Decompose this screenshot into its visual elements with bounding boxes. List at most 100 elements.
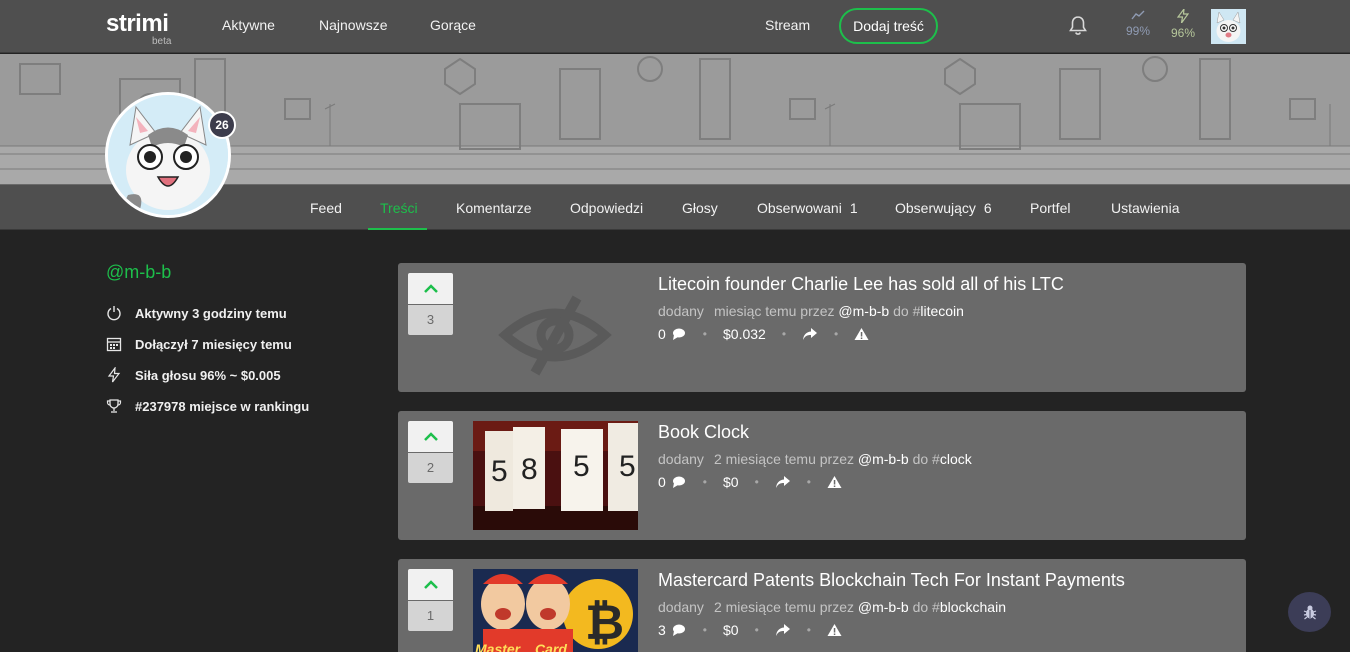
post-meta: dodany 2 miesiące temu przez @m-b-b do #b… bbox=[658, 599, 1006, 615]
book-clock-digit: 5 bbox=[491, 455, 508, 488]
chevron-up-icon bbox=[423, 283, 438, 293]
post-tag-name: blockchain bbox=[939, 599, 1006, 615]
svg-text:₿: ₿ bbox=[585, 597, 624, 650]
post-thumbnail[interactable]: ₿ Master Card bbox=[473, 569, 638, 652]
post-thumbnail[interactable] bbox=[473, 273, 638, 382]
calendar-icon bbox=[106, 337, 122, 352]
tab-obserwujacy-label: Obserwujący bbox=[895, 200, 976, 216]
tab-portfel[interactable]: Portfel bbox=[1030, 200, 1070, 216]
post-meta: dodany miesiąc temu przez @m-b-b do #lite… bbox=[658, 303, 964, 319]
comment-count: 3 bbox=[658, 622, 666, 638]
user-avatar[interactable] bbox=[1211, 9, 1246, 44]
tab-tresci[interactable]: Treści bbox=[380, 200, 418, 216]
tab-obserwowani-label: Obserwowani bbox=[757, 200, 842, 216]
upvote-button[interactable] bbox=[408, 421, 453, 452]
post-card: 2 5 8 5 5 Book Clock dodany 2 miesiące te… bbox=[398, 411, 1246, 540]
book-clock-image: 5 8 5 5 bbox=[473, 421, 638, 530]
separator-dot: • bbox=[754, 475, 759, 489]
add-content-button[interactable]: Dodaj treść bbox=[839, 8, 938, 44]
post-by-label: przez bbox=[819, 451, 854, 467]
post-tag[interactable]: #litecoin bbox=[913, 303, 964, 319]
report-warning-icon[interactable] bbox=[854, 327, 869, 341]
post-card: 1 ₿ Master Card Mastercard Patents Block… bbox=[398, 559, 1246, 652]
post-title[interactable]: Mastercard Patents Blockchain Tech For I… bbox=[658, 570, 1125, 591]
separator-dot: • bbox=[702, 327, 707, 341]
comments-link[interactable]: 0 bbox=[658, 326, 687, 342]
tab-odpowiedzi[interactable]: Odpowiedzi bbox=[570, 200, 643, 216]
stat-power[interactable]: 96% bbox=[1163, 9, 1203, 40]
report-warning-icon[interactable] bbox=[827, 475, 842, 489]
post-author[interactable]: @m-b-b bbox=[838, 303, 889, 319]
book-clock-digit: 5 bbox=[573, 450, 590, 483]
tab-obserwowani[interactable]: Obserwowani 1 bbox=[757, 200, 858, 216]
share-icon[interactable] bbox=[802, 327, 818, 341]
post-thumbnail[interactable]: 5 8 5 5 bbox=[473, 421, 638, 530]
logo[interactable]: strimi bbox=[106, 12, 169, 36]
top-navbar: strimi beta Aktywne Najnowsze Gorące Str… bbox=[0, 0, 1350, 53]
chevron-up-icon bbox=[423, 431, 438, 441]
nav-najnowsze[interactable]: Najnowsze bbox=[319, 17, 387, 33]
info-joined-text: Dołączył 7 miesięcy temu bbox=[135, 336, 292, 352]
lightning-icon bbox=[107, 367, 121, 383]
book-clock-digit: 8 bbox=[521, 453, 538, 486]
stat-trend[interactable]: 99% bbox=[1118, 9, 1158, 38]
post-title[interactable]: Book Clock bbox=[658, 422, 749, 443]
info-joined: Dołączył 7 miesięcy temu bbox=[106, 335, 292, 353]
thumb-text: Card bbox=[535, 641, 567, 652]
info-active: Aktywny 3 godziny temu bbox=[106, 304, 287, 322]
vote-count: 3 bbox=[408, 305, 453, 335]
nav-gorace[interactable]: Gorące bbox=[430, 17, 476, 33]
post-tag-hash: # bbox=[932, 451, 940, 467]
vote-widget: 2 bbox=[408, 421, 453, 483]
info-active-text: Aktywny 3 godziny temu bbox=[135, 305, 287, 321]
info-ranking: #237978 miejsce w rankingu bbox=[106, 397, 309, 415]
nav-aktywne[interactable]: Aktywne bbox=[222, 17, 275, 33]
comment-count: 0 bbox=[658, 326, 666, 342]
upvote-button[interactable] bbox=[408, 569, 453, 600]
stat-trend-value: 99% bbox=[1125, 24, 1151, 38]
tab-komentarze[interactable]: Komentarze bbox=[456, 200, 531, 216]
trophy-icon bbox=[106, 399, 122, 413]
info-vote-power-text: Siła głosu 96% ~ $0.005 bbox=[135, 367, 281, 383]
post-time[interactable]: 2 miesiące temu bbox=[714, 451, 816, 467]
thumb-text: Master bbox=[475, 641, 522, 652]
post-by-label: przez bbox=[819, 599, 854, 615]
separator-dot: • bbox=[806, 475, 811, 489]
post-tag[interactable]: #clock bbox=[932, 451, 972, 467]
post-actions: 0 • $0 • • bbox=[658, 474, 842, 490]
post-author[interactable]: @m-b-b bbox=[858, 599, 909, 615]
stat-power-value: 96% bbox=[1170, 26, 1196, 40]
post-to-label: do bbox=[912, 599, 929, 615]
post-added-label: dodany bbox=[658, 599, 704, 615]
no-image-icon bbox=[473, 273, 638, 382]
bug-report-button[interactable] bbox=[1288, 592, 1331, 632]
tab-obserwowani-count: 1 bbox=[849, 200, 858, 216]
post-to-label: do bbox=[912, 451, 929, 467]
tab-glosy[interactable]: Głosy bbox=[682, 200, 718, 216]
tab-obserwujacy[interactable]: Obserwujący 6 bbox=[895, 200, 992, 216]
lightning-icon bbox=[1177, 9, 1189, 23]
comments-link[interactable]: 3 bbox=[658, 622, 687, 638]
bell-icon[interactable] bbox=[1066, 14, 1090, 38]
stream-link[interactable]: Stream bbox=[765, 17, 810, 33]
share-icon[interactable] bbox=[775, 623, 791, 637]
post-time[interactable]: miesiąc temu bbox=[714, 303, 796, 319]
tab-ustawienia[interactable]: Ustawienia bbox=[1111, 200, 1179, 216]
separator-dot: • bbox=[702, 623, 707, 637]
upvote-button[interactable] bbox=[408, 273, 453, 304]
post-time[interactable]: 2 miesiące temu bbox=[714, 599, 816, 615]
separator-dot: • bbox=[806, 623, 811, 637]
share-icon[interactable] bbox=[775, 475, 791, 489]
comment-icon bbox=[672, 328, 685, 340]
post-tag[interactable]: #blockchain bbox=[932, 599, 1006, 615]
post-meta: dodany 2 miesiące temu przez @m-b-b do #c… bbox=[658, 451, 972, 467]
tab-feed[interactable]: Feed bbox=[310, 200, 342, 216]
post-title[interactable]: Litecoin founder Charlie Lee has sold al… bbox=[658, 274, 1064, 295]
comments-link[interactable]: 0 bbox=[658, 474, 687, 490]
post-card: 3 Litecoin founder Charlie Lee has sold … bbox=[398, 263, 1246, 392]
report-warning-icon[interactable] bbox=[827, 623, 842, 637]
post-tag-hash: # bbox=[932, 599, 940, 615]
active-tab-indicator bbox=[368, 228, 427, 230]
post-author[interactable]: @m-b-b bbox=[858, 451, 909, 467]
comment-count: 0 bbox=[658, 474, 666, 490]
